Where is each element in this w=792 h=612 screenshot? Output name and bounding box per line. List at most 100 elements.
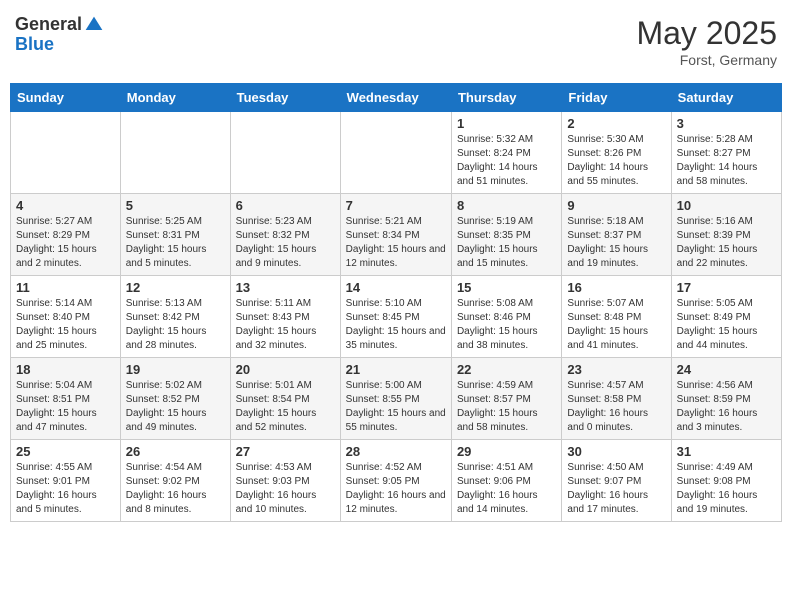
day-info: Sunrise: 5:32 AMSunset: 8:24 PMDaylight:…: [457, 133, 556, 189]
logo-icon: [84, 15, 104, 35]
calendar-cell: 7 Sunrise: 5:21 AMSunset: 8:34 PMDaylight…: [340, 194, 451, 276]
day-number: 31: [677, 444, 776, 459]
day-info: Sunrise: 5:16 AMSunset: 8:39 PMDaylight:…: [677, 215, 776, 271]
calendar-cell: [340, 112, 451, 194]
day-info: Sunrise: 5:02 AMSunset: 8:52 PMDaylight:…: [126, 379, 225, 435]
day-info: Sunrise: 5:11 AMSunset: 8:43 PMDaylight:…: [236, 297, 335, 353]
day-info: Sunrise: 5:00 AMSunset: 8:55 PMDaylight:…: [346, 379, 446, 435]
calendar-table: SundayMondayTuesdayWednesdayThursdayFrid…: [10, 83, 782, 522]
day-number: 22: [457, 362, 556, 377]
calendar-cell: 31 Sunrise: 4:49 AMSunset: 9:08 PMDayligh…: [671, 440, 781, 522]
day-info: Sunrise: 4:56 AMSunset: 8:59 PMDaylight:…: [677, 379, 776, 435]
day-number: 27: [236, 444, 335, 459]
day-info: Sunrise: 5:08 AMSunset: 8:46 PMDaylight:…: [457, 297, 556, 353]
location: Forst, Germany: [636, 52, 777, 68]
calendar-cell: 28 Sunrise: 4:52 AMSunset: 9:05 PMDayligh…: [340, 440, 451, 522]
calendar-cell: 21 Sunrise: 5:00 AMSunset: 8:55 PMDayligh…: [340, 358, 451, 440]
logo-blue: Blue: [15, 35, 104, 55]
day-number: 11: [16, 280, 115, 295]
calendar-cell: 1 Sunrise: 5:32 AMSunset: 8:24 PMDaylight…: [451, 112, 561, 194]
day-number: 6: [236, 198, 335, 213]
day-number: 19: [126, 362, 225, 377]
logo-text: General Blue: [15, 15, 104, 55]
day-number: 4: [16, 198, 115, 213]
calendar-header-friday: Friday: [562, 84, 671, 112]
calendar-cell: 20 Sunrise: 5:01 AMSunset: 8:54 PMDayligh…: [230, 358, 340, 440]
day-info: Sunrise: 4:49 AMSunset: 9:08 PMDaylight:…: [677, 461, 776, 517]
day-info: Sunrise: 5:01 AMSunset: 8:54 PMDaylight:…: [236, 379, 335, 435]
calendar-cell: 13 Sunrise: 5:11 AMSunset: 8:43 PMDayligh…: [230, 276, 340, 358]
day-number: 3: [677, 116, 776, 131]
page-header: General Blue May 2025 Forst, Germany: [10, 10, 782, 73]
day-info: Sunrise: 4:53 AMSunset: 9:03 PMDaylight:…: [236, 461, 335, 517]
day-info: Sunrise: 5:28 AMSunset: 8:27 PMDaylight:…: [677, 133, 776, 189]
calendar-cell: 15 Sunrise: 5:08 AMSunset: 8:46 PMDayligh…: [451, 276, 561, 358]
day-number: 20: [236, 362, 335, 377]
calendar-cell: 6 Sunrise: 5:23 AMSunset: 8:32 PMDaylight…: [230, 194, 340, 276]
calendar-cell: 10 Sunrise: 5:16 AMSunset: 8:39 PMDayligh…: [671, 194, 781, 276]
calendar-header-monday: Monday: [120, 84, 230, 112]
calendar-cell: 3 Sunrise: 5:28 AMSunset: 8:27 PMDaylight…: [671, 112, 781, 194]
calendar-week-row: 25Sunrise: 4:55 AMSunset: 9:01 PMDayligh…: [11, 440, 782, 522]
day-info: Sunrise: 4:59 AMSunset: 8:57 PMDaylight:…: [457, 379, 556, 435]
day-info: Sunrise: 5:05 AMSunset: 8:49 PMDaylight:…: [677, 297, 776, 353]
day-number: 16: [567, 280, 665, 295]
calendar-week-row: 4Sunrise: 5:27 AMSunset: 8:29 PMDaylight…: [11, 194, 782, 276]
calendar-header-thursday: Thursday: [451, 84, 561, 112]
calendar-cell: 25Sunrise: 4:55 AMSunset: 9:01 PMDayligh…: [11, 440, 121, 522]
day-info: Sunrise: 5:18 AMSunset: 8:37 PMDaylight:…: [567, 215, 665, 271]
day-number: 24: [677, 362, 776, 377]
calendar-cell: 23 Sunrise: 4:57 AMSunset: 8:58 PMDayligh…: [562, 358, 671, 440]
day-number: 9: [567, 198, 665, 213]
calendar-body: 1 Sunrise: 5:32 AMSunset: 8:24 PMDaylight…: [11, 112, 782, 522]
calendar-cell: 11 Sunrise: 5:14 AMSunset: 8:40 PMDayligh…: [11, 276, 121, 358]
day-number: 21: [346, 362, 446, 377]
day-number: 13: [236, 280, 335, 295]
calendar-cell: 4Sunrise: 5:27 AMSunset: 8:29 PMDaylight…: [11, 194, 121, 276]
calendar-cell: 30Sunrise: 4:50 AMSunset: 9:07 PMDayligh…: [562, 440, 671, 522]
day-number: 10: [677, 198, 776, 213]
calendar-cell: 16Sunrise: 5:07 AMSunset: 8:48 PMDayligh…: [562, 276, 671, 358]
day-info: Sunrise: 5:21 AMSunset: 8:34 PMDaylight:…: [346, 215, 446, 271]
day-info: Sunrise: 5:19 AMSunset: 8:35 PMDaylight:…: [457, 215, 556, 271]
calendar-header-sunday: Sunday: [11, 84, 121, 112]
calendar-cell: 12 Sunrise: 5:13 AMSunset: 8:42 PMDayligh…: [120, 276, 230, 358]
calendar-cell: 2Sunrise: 5:30 AMSunset: 8:26 PMDaylight…: [562, 112, 671, 194]
title-section: May 2025 Forst, Germany: [636, 15, 777, 68]
calendar-header-tuesday: Tuesday: [230, 84, 340, 112]
calendar-cell: 17Sunrise: 5:05 AMSunset: 8:49 PMDayligh…: [671, 276, 781, 358]
calendar-header-saturday: Saturday: [671, 84, 781, 112]
day-info: Sunrise: 5:04 AMSunset: 8:51 PMDaylight:…: [16, 379, 115, 435]
calendar-cell: [230, 112, 340, 194]
day-number: 15: [457, 280, 556, 295]
day-number: 29: [457, 444, 556, 459]
day-info: Sunrise: 4:52 AMSunset: 9:05 PMDaylight:…: [346, 461, 446, 517]
day-info: Sunrise: 5:13 AMSunset: 8:42 PMDaylight:…: [126, 297, 225, 353]
day-number: 12: [126, 280, 225, 295]
calendar-week-row: 11 Sunrise: 5:14 AMSunset: 8:40 PMDayligh…: [11, 276, 782, 358]
day-number: 23: [567, 362, 665, 377]
day-number: 28: [346, 444, 446, 459]
day-number: 2: [567, 116, 665, 131]
day-number: 26: [126, 444, 225, 459]
day-number: 18: [16, 362, 115, 377]
day-number: 1: [457, 116, 556, 131]
calendar-cell: 19 Sunrise: 5:02 AMSunset: 8:52 PMDayligh…: [120, 358, 230, 440]
day-info: Sunrise: 5:23 AMSunset: 8:32 PMDaylight:…: [236, 215, 335, 271]
calendar-cell: 14Sunrise: 5:10 AMSunset: 8:45 PMDayligh…: [340, 276, 451, 358]
logo: General Blue: [15, 15, 104, 55]
logo-general: General: [15, 15, 104, 35]
day-number: 5: [126, 198, 225, 213]
calendar-week-row: 18 Sunrise: 5:04 AMSunset: 8:51 PMDayligh…: [11, 358, 782, 440]
day-number: 7: [346, 198, 446, 213]
day-info: Sunrise: 4:55 AMSunset: 9:01 PMDaylight:…: [16, 461, 115, 517]
calendar-cell: 27 Sunrise: 4:53 AMSunset: 9:03 PMDayligh…: [230, 440, 340, 522]
day-info: Sunrise: 4:57 AMSunset: 8:58 PMDaylight:…: [567, 379, 665, 435]
day-info: Sunrise: 4:51 AMSunset: 9:06 PMDaylight:…: [457, 461, 556, 517]
day-info: Sunrise: 5:14 AMSunset: 8:40 PMDaylight:…: [16, 297, 115, 353]
day-info: Sunrise: 4:54 AMSunset: 9:02 PMDaylight:…: [126, 461, 225, 517]
calendar-cell: 24 Sunrise: 4:56 AMSunset: 8:59 PMDayligh…: [671, 358, 781, 440]
calendar-cell: 5Sunrise: 5:25 AMSunset: 8:31 PMDaylight…: [120, 194, 230, 276]
calendar-cell: 18 Sunrise: 5:04 AMSunset: 8:51 PMDayligh…: [11, 358, 121, 440]
calendar-cell: [120, 112, 230, 194]
